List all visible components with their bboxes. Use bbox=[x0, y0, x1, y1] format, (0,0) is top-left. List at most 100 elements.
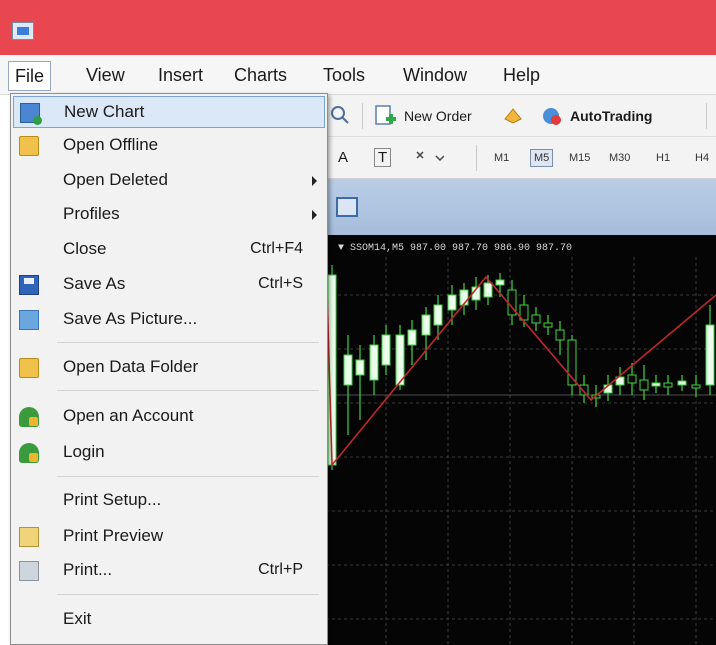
menu-item-profiles[interactable]: Profiles bbox=[13, 199, 325, 231]
timeframe-m1[interactable]: M1 bbox=[494, 152, 509, 164]
candle-body bbox=[447, 294, 457, 311]
menu-item-exit[interactable]: Exit bbox=[13, 604, 325, 636]
menu-charts[interactable]: Charts bbox=[234, 64, 287, 88]
menu-item-label: Open Deleted bbox=[63, 170, 168, 189]
menu-item-label: Open Offline bbox=[63, 135, 159, 154]
menu-item-print[interactable]: Print... Ctrl+P bbox=[13, 555, 325, 587]
submenu-arrow-icon bbox=[312, 176, 317, 186]
toolbar-separator bbox=[362, 103, 363, 129]
menu-item-save-as[interactable]: Save As Ctrl+S bbox=[13, 269, 325, 301]
timeframe-h1[interactable]: H1 bbox=[656, 152, 670, 164]
menu-view[interactable]: View bbox=[86, 64, 125, 88]
chart-window-icon[interactable] bbox=[336, 197, 358, 217]
chart-symbol-header: ▼ SSOM14,M5 987.00 987.70 986.90 987.70 bbox=[338, 243, 573, 254]
candle-body bbox=[407, 329, 417, 346]
autotrading-icon[interactable] bbox=[540, 104, 564, 128]
candle-body bbox=[381, 334, 391, 366]
menu-separator bbox=[57, 390, 319, 391]
timeframe-m15[interactable]: M15 bbox=[569, 152, 590, 164]
print-preview-icon bbox=[19, 527, 39, 547]
menu-item-open-data-folder[interactable]: Open Data Folder bbox=[13, 352, 325, 384]
menu-help[interactable]: Help bbox=[503, 64, 540, 88]
menu-item-label: Close bbox=[63, 239, 107, 258]
menu-separator bbox=[57, 594, 319, 595]
menu-item-label: Exit bbox=[63, 609, 92, 628]
file-menu-dropdown: New Chart Open Offline Open Deleted Prof… bbox=[10, 93, 328, 645]
menu-item-shortcut: Ctrl+S bbox=[258, 275, 303, 292]
menu-item-label: Print Setup... bbox=[63, 490, 162, 509]
open-folder-icon bbox=[19, 136, 39, 156]
timeframe-m5[interactable]: M5 bbox=[530, 149, 554, 167]
toolbar-separator bbox=[476, 145, 477, 171]
menu-window[interactable]: Window bbox=[403, 64, 467, 88]
candle-body bbox=[369, 344, 379, 381]
candle-body bbox=[651, 382, 661, 387]
menu-item-label: Save As bbox=[63, 274, 126, 293]
menu-item-label: Open an Account bbox=[63, 406, 194, 425]
label-tool-button[interactable]: T bbox=[374, 148, 392, 167]
candle-body bbox=[543, 322, 553, 328]
menu-item-label: Login bbox=[63, 442, 105, 461]
candle-body bbox=[343, 354, 353, 386]
timeframe-h4[interactable]: H4 bbox=[695, 152, 709, 164]
candle-body bbox=[663, 382, 673, 388]
new-order-icon[interactable] bbox=[374, 104, 398, 128]
candle-body bbox=[705, 324, 715, 386]
candle-body bbox=[483, 282, 493, 298]
menu-item-label: New Chart bbox=[64, 102, 145, 121]
candle-body bbox=[355, 359, 365, 376]
menu-item-login[interactable]: Login bbox=[13, 437, 325, 469]
account-icon bbox=[19, 407, 39, 427]
menu-item-shortcut: Ctrl+F4 bbox=[250, 240, 303, 257]
candle-body bbox=[639, 379, 649, 391]
candle-body bbox=[421, 314, 431, 336]
menu-item-open-deleted[interactable]: Open Deleted bbox=[13, 165, 325, 197]
menu-item-shortcut: Ctrl+P bbox=[258, 561, 303, 578]
menu-tools[interactable]: Tools bbox=[323, 64, 365, 88]
timeframe-toolbar: A T M1 M5 M15 M30 H1 H4 bbox=[326, 137, 716, 179]
candle-body bbox=[627, 374, 637, 384]
market-watch-icon[interactable] bbox=[502, 105, 524, 127]
text-tool-button[interactable]: A bbox=[338, 149, 348, 166]
menu-insert[interactable]: Insert bbox=[158, 64, 203, 88]
arrows-tool-icon[interactable] bbox=[414, 149, 444, 167]
menu-item-close[interactable]: Close Ctrl+F4 bbox=[13, 234, 325, 266]
menu-item-label: Save As Picture... bbox=[63, 309, 198, 328]
candle-body bbox=[433, 304, 443, 326]
menu-item-new-chart[interactable]: New Chart bbox=[13, 96, 325, 128]
autotrading-button[interactable]: AutoTrading bbox=[570, 108, 652, 124]
menu-separator bbox=[57, 476, 319, 477]
price-chart[interactable]: ▼ SSOM14,M5 987.00 987.70 986.90 987.70 bbox=[326, 235, 716, 645]
menu-item-open-offline[interactable]: Open Offline bbox=[13, 130, 325, 162]
candle-body bbox=[691, 384, 701, 389]
menu-item-label: Print Preview bbox=[63, 526, 164, 545]
zoom-icon[interactable] bbox=[330, 105, 350, 125]
price-chart-canvas[interactable] bbox=[326, 235, 716, 645]
candle-body bbox=[579, 384, 589, 396]
submenu-arrow-icon bbox=[312, 210, 317, 220]
menu-item-label: Open Data Folder bbox=[63, 357, 199, 376]
folder-icon bbox=[19, 358, 39, 378]
app-icon[interactable] bbox=[12, 22, 34, 40]
menu-item-print-setup[interactable]: Print Setup... bbox=[13, 485, 325, 517]
menu-item-open-account[interactable]: Open an Account bbox=[13, 401, 325, 433]
menu-item-print-preview[interactable]: Print Preview bbox=[13, 521, 325, 553]
menu-bar: File View Insert Charts Tools Window Hel… bbox=[0, 55, 716, 95]
new-chart-icon bbox=[20, 103, 42, 125]
new-order-button[interactable]: New Order bbox=[404, 108, 472, 124]
title-bar bbox=[0, 0, 716, 55]
standard-toolbar: New Order AutoTrading bbox=[326, 95, 716, 137]
candle-body bbox=[677, 380, 687, 386]
timeframe-m30[interactable]: M30 bbox=[609, 152, 630, 164]
menu-item-save-as-picture[interactable]: Save As Picture... bbox=[13, 304, 325, 336]
save-icon bbox=[19, 275, 39, 295]
menu-item-label: Profiles bbox=[63, 204, 120, 223]
candle-body bbox=[531, 314, 541, 324]
menu-file[interactable]: File bbox=[8, 61, 52, 91]
picture-icon bbox=[19, 310, 39, 330]
menu-separator bbox=[57, 342, 319, 343]
toolbar-separator bbox=[706, 103, 707, 129]
login-icon bbox=[19, 443, 39, 463]
printer-icon bbox=[19, 561, 39, 581]
menu-item-label: Print... bbox=[63, 560, 113, 579]
